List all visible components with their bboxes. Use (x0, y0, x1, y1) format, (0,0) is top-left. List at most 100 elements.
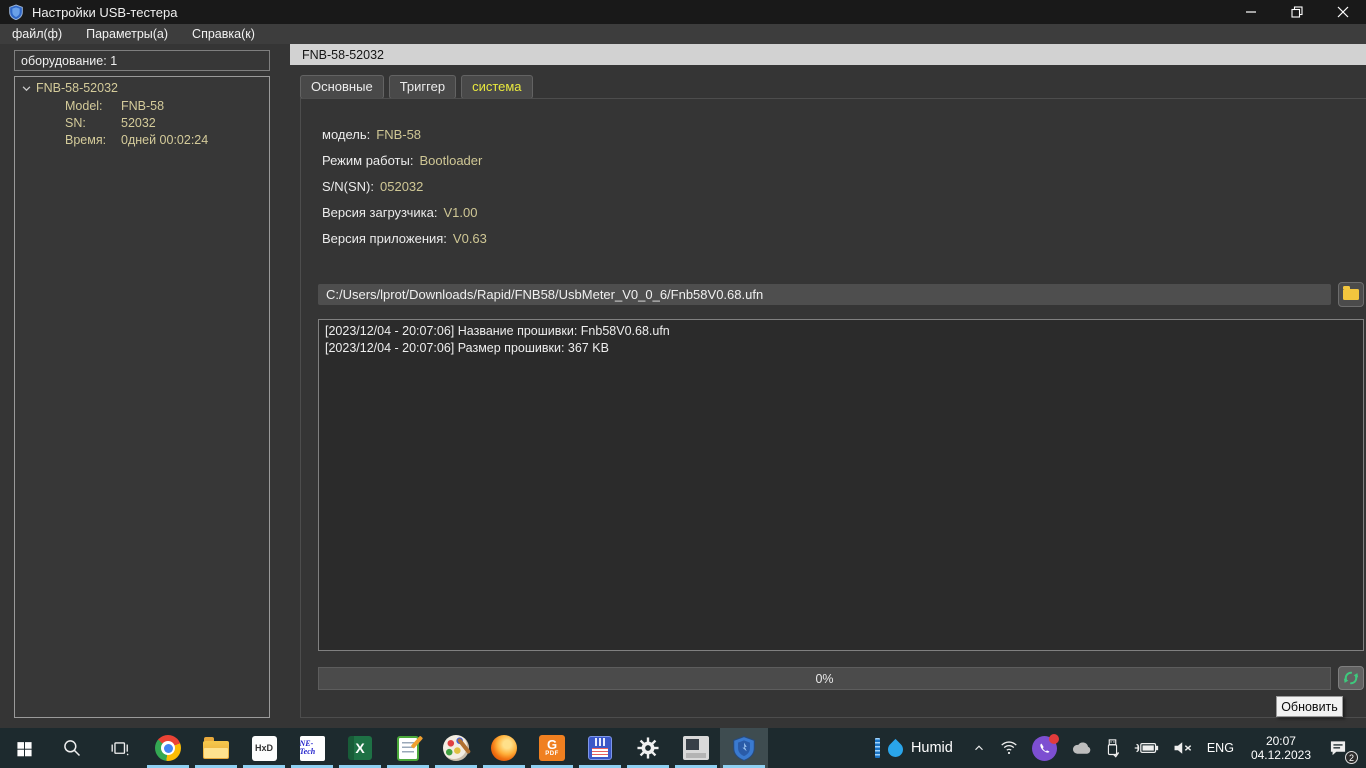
system-tab-panel: модель: FNB-58 Режим работы: Bootloader … (300, 98, 1366, 718)
tray-battery[interactable] (1126, 728, 1166, 768)
field-mode-label: Режим работы: (322, 152, 414, 168)
taskbar-search-button[interactable] (48, 728, 96, 768)
equipment-count-box: оборудование: 1 (14, 50, 270, 71)
clock-time: 20:07 (1265, 734, 1296, 748)
menu-bar: файл(ф) Параметры(а) Справка(к) (0, 24, 1366, 44)
device-tree-node[interactable]: FNB-58-52032 (15, 77, 269, 97)
log-line: [2023/12/04 - 20:07:06] Название прошивк… (325, 324, 670, 338)
tab-strip: Основные Триггер система (300, 75, 533, 99)
humidity-drop-icon (884, 738, 907, 761)
browse-folder-button[interactable] (1338, 282, 1364, 307)
chevron-down-icon (22, 85, 31, 91)
taskbar-paint[interactable] (432, 728, 480, 768)
task-view-button[interactable] (96, 728, 144, 768)
field-serial-label: S/N(SN): (322, 178, 374, 194)
tab-basic[interactable]: Основные (300, 75, 384, 99)
tray-expand-button[interactable] (965, 728, 993, 768)
taskbar: HxD NE-Tech X G PDF Humid ENG 20:07 04.1… (0, 728, 1366, 768)
language-label: ENG (1206, 741, 1234, 755)
tray-usb-device[interactable] (1099, 728, 1126, 768)
flash-progress-bar: 0% (318, 667, 1331, 690)
field-serial: S/N(SN): 052032 (322, 173, 487, 199)
app-window: Настройки USB-тестера файл(ф) Параметры(… (0, 0, 1366, 768)
tray-wifi[interactable] (993, 728, 1025, 768)
windows-logo-icon (16, 741, 32, 756)
firmware-log[interactable]: [2023/12/04 - 20:07:06] Название прошивк… (318, 319, 1364, 651)
start-button[interactable] (0, 728, 48, 768)
pdf-reader-icon: G PDF (539, 735, 565, 761)
device-name: FNB-58-52032 (36, 81, 118, 95)
taskbar-usb-tester[interactable] (720, 728, 768, 768)
taskbar-settings[interactable] (624, 728, 672, 768)
refresh-icon (1343, 671, 1359, 685)
search-icon (64, 740, 81, 757)
menu-file[interactable]: файл(ф) (0, 24, 74, 44)
taskbar-hxd[interactable]: HxD (240, 728, 288, 768)
gear-icon (637, 737, 659, 759)
firmware-path-input[interactable] (318, 284, 1331, 305)
tray-volume[interactable] (1166, 728, 1200, 768)
chevron-up-icon (974, 745, 983, 751)
field-mode: Режим работы: Bootloader (322, 147, 487, 173)
device-uptime-value: 0дней 00:02:24 (121, 132, 209, 147)
restore-button[interactable] (1274, 0, 1320, 24)
chrome-icon (155, 735, 181, 761)
field-app-version-value: V0.63 (452, 230, 487, 246)
floppy-disk-icon (588, 736, 612, 760)
folder-icon (1343, 286, 1359, 300)
usb-tester-shield-icon (733, 736, 755, 761)
speaker-muted-icon (1174, 742, 1191, 754)
device-sn-label: SN: (65, 115, 86, 130)
field-serial-value: 052032 (380, 178, 424, 194)
thermometer-icon (874, 738, 880, 758)
refresh-tooltip: Обновить (1276, 696, 1343, 717)
device-model-row: Model: FNB-58 (15, 97, 269, 114)
taskbar-file-explorer[interactable] (192, 728, 240, 768)
field-model-value: FNB-58 (376, 126, 422, 142)
device-sn-row: SN: 52032 (15, 114, 269, 131)
viber-badge (1048, 733, 1059, 744)
tray-viber[interactable] (1025, 728, 1064, 768)
action-center-button[interactable]: 2 (1321, 728, 1360, 768)
field-bootloader-label: Версия загрузчика: (322, 204, 438, 220)
wifi-icon (1001, 741, 1017, 755)
clock-date: 04.12.2023 (1250, 748, 1311, 762)
field-app-version: Версия приложения: V0.63 (322, 225, 487, 251)
taskbar-total-commander[interactable] (576, 728, 624, 768)
notepad-icon (397, 735, 423, 761)
battery-charging-icon (1134, 743, 1158, 753)
cloud-icon (1072, 742, 1091, 754)
field-bootloader-version: Версия загрузчика: V1.00 (322, 199, 487, 225)
field-mode-value: Bootloader (419, 152, 483, 168)
device-title-bar: FNB-58-52032 (290, 44, 1366, 65)
ne-tech-icon: NE-Tech (299, 735, 325, 761)
device-info-fields: модель: FNB-58 Режим работы: Bootloader … (322, 121, 487, 251)
close-button[interactable] (1320, 0, 1366, 24)
field-bootloader-value: V1.00 (443, 204, 478, 220)
taskbar-emulator[interactable] (672, 728, 720, 768)
tab-trigger[interactable]: Триггер (388, 75, 457, 99)
menu-help[interactable]: Справка(к) (180, 24, 267, 44)
window-title: Настройки USB-тестера (32, 4, 178, 20)
field-app-version-label: Версия приложения: (322, 230, 447, 246)
system-tray: Humid ENG 20:07 04.12.2023 2 (863, 728, 1366, 768)
app-shield-icon (8, 4, 24, 21)
device-uptime-label: Время: (65, 132, 107, 147)
taskbar-chrome[interactable] (144, 728, 192, 768)
tray-onedrive[interactable] (1064, 728, 1099, 768)
notification-count-badge: 2 (1345, 751, 1358, 764)
menu-options[interactable]: Параметры(а) (74, 24, 180, 44)
field-model-label: модель: (322, 126, 371, 142)
taskbar-notepad[interactable] (384, 728, 432, 768)
tray-language[interactable]: ENG (1200, 728, 1241, 768)
weather-widget[interactable]: Humid (863, 738, 965, 761)
flash-refresh-button[interactable] (1338, 666, 1364, 690)
taskbar-excel[interactable]: X (336, 728, 384, 768)
tray-clock[interactable]: 20:07 04.12.2023 (1241, 734, 1321, 762)
hxd-icon: HxD (251, 735, 277, 761)
taskbar-pdf-reader[interactable]: G PDF (528, 728, 576, 768)
tab-system[interactable]: система (461, 75, 533, 99)
minimize-button[interactable] (1228, 0, 1274, 24)
taskbar-firefox[interactable] (480, 728, 528, 768)
taskbar-ne-tech[interactable]: NE-Tech (288, 728, 336, 768)
